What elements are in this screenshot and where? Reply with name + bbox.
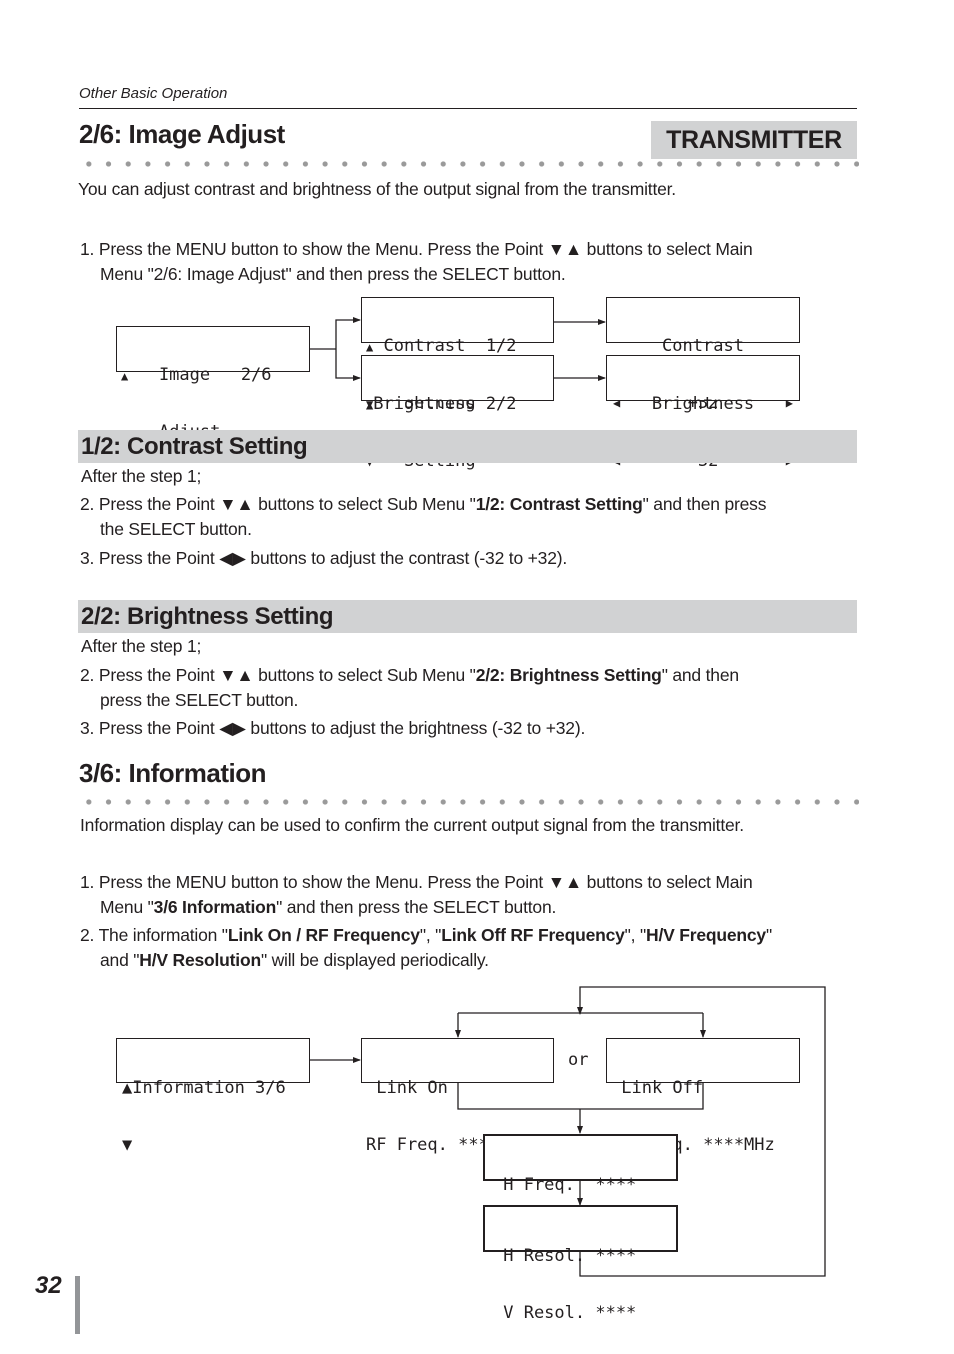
subsection-title-contrast: 1/2: Contrast Setting [78, 430, 857, 463]
dotted-divider [79, 798, 859, 806]
page-marker-bar [75, 1276, 80, 1334]
step-text: buttons to select Sub Menu " [253, 665, 476, 685]
step-text: " [765, 925, 772, 945]
step-text: buttons to select Sub Menu " [253, 494, 476, 514]
connector-to-brightness [335, 349, 361, 381]
step-1-information: 1. Press the MENU button to show the Men… [80, 870, 870, 920]
down-up-arrows-icon: ▼▲ [219, 494, 254, 514]
info-item: Link Off RF Frequency [441, 925, 625, 945]
step-text: The information " [98, 925, 228, 945]
left-right-arrows-icon: ◀▶ [219, 718, 246, 738]
step-text: Press the Point [98, 718, 220, 738]
step-text: Press the Point [98, 494, 220, 514]
step-number: 2. [80, 925, 95, 945]
left-right-arrows-icon: ◀▶ [219, 548, 246, 568]
step-text: Menu " [100, 897, 154, 917]
step-number: 1. [80, 872, 95, 892]
connector-to-contrast [335, 317, 361, 349]
step-text: buttons to adjust the contrast (-32 to +… [245, 548, 568, 568]
step-number: 3. [80, 548, 95, 568]
info-item: H/V Frequency [646, 925, 766, 945]
step-text: Press the Point [98, 665, 220, 685]
step-text: ", " [419, 925, 442, 945]
down-up-arrows-icon: ▼▲ [547, 872, 583, 892]
page-number: 32 [35, 1272, 62, 1299]
lcd-line: ▲Information 3/6 [122, 1078, 286, 1098]
lcd-link-on: Link On RF Freq. ****MHz [361, 1038, 554, 1155]
lcd-contrast-value: Contrast ◀ +32 ▶ [606, 297, 800, 413]
lcd-brightness-value: Brightness ◀-32▶ [606, 355, 800, 471]
step-text: and " [100, 950, 140, 970]
step-text: Press the MENU button to show the Menu. … [98, 872, 548, 892]
menu-name: 1/2: Contrast Setting [475, 494, 643, 514]
step-text: " will be displayed periodically. [260, 950, 489, 970]
step-text-continued: press the SELECT button. [100, 690, 299, 710]
step-2-information: 2. The information "Link On / RF Frequen… [80, 923, 870, 973]
lcd-line: Image 2/6 [128, 365, 272, 385]
step-2-brightness: 2. Press the Point ▼▲ buttons to select … [80, 663, 870, 713]
menu-name: 3/6 Information [153, 897, 277, 917]
lcd-line: Brightness [651, 394, 755, 414]
lcd-line: Brightness 2/2 [373, 394, 517, 414]
step-text: " and then press [642, 494, 767, 514]
menu-name: 2/2: Brightness Setting [475, 665, 662, 685]
lcd-link-off: Link Off RF Freq. ****MHz [606, 1038, 800, 1155]
lcd-line: V Resol. **** [493, 1303, 637, 1323]
lcd-hv-resolution: H Resol. **** V Resol. **** [483, 1205, 678, 1323]
step-3-contrast: 3. Press the Point ◀▶ buttons to adjust … [80, 546, 870, 571]
lcd-line: Link On [366, 1078, 448, 1098]
step-2-contrast: 2. Press the Point ▼▲ buttons to select … [80, 492, 870, 542]
step-3-brightness: 3. Press the Point ◀▶ buttons to adjust … [80, 716, 870, 741]
subsection-title-brightness: 2/2: Brightness Setting [78, 600, 857, 633]
lcd-hv-frequency: H Freq. **** V Freq. **** [483, 1134, 678, 1252]
step-text: Press the Point [98, 548, 220, 568]
lcd-line: Contrast 1/2 [373, 336, 517, 356]
info-item: H/V Resolution [139, 950, 261, 970]
step-text: buttons to adjust the brightness (-32 to… [245, 718, 586, 738]
lcd-line: H Freq. **** [493, 1175, 637, 1195]
info-item: Link On / RF Frequency [227, 925, 420, 945]
lcd-line: ▼ [122, 1135, 133, 1155]
lcd-line: Link Off [611, 1078, 704, 1098]
after-step-note: After the step 1; [81, 466, 202, 486]
lcd-line: Contrast [662, 336, 744, 356]
lcd-brightness-setting: ▲Brightness 2/2 ▼ Setting [361, 355, 554, 471]
step-text: " and then [661, 665, 739, 685]
lcd-information: ▲Information 3/6 ▼ [116, 1038, 310, 1155]
section-title-information: 3/6: Information [79, 758, 267, 788]
intro-information: Information display can be used to confi… [80, 815, 744, 835]
lcd-line: H Resol. **** [493, 1246, 637, 1266]
step-number: 3. [80, 718, 95, 738]
lcd-contrast-setting: ▲ Contrast 1/2 ▼ Setting [361, 297, 554, 413]
step-number: 2. [80, 665, 95, 685]
step-text: ", " [624, 925, 647, 945]
or-label: or [568, 1050, 589, 1070]
step-text: buttons to select Main [582, 872, 753, 892]
down-up-arrows-icon: ▼▲ [219, 665, 254, 685]
step-text-continued: the SELECT button. [100, 519, 252, 539]
after-step-note: After the step 1; [81, 636, 202, 656]
lcd-image-adjust: ▲ Image 2/6 ▼ Adjust [116, 326, 310, 442]
step-text: " and then press the SELECT button. [276, 897, 557, 917]
step-number: 2. [80, 494, 95, 514]
